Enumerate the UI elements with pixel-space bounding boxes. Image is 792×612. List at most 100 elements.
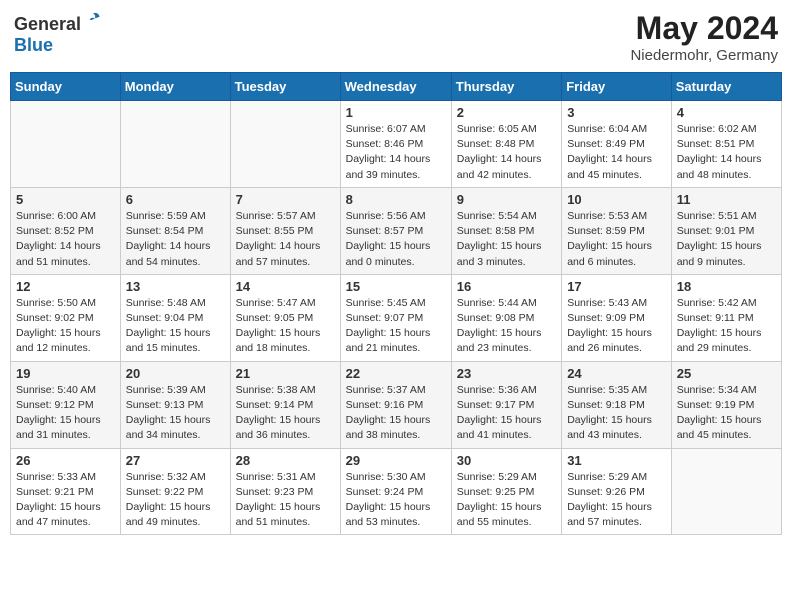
calendar-cell: 7Sunrise: 5:57 AMSunset: 8:55 PMDaylight… bbox=[230, 187, 340, 274]
day-number: 22 bbox=[346, 366, 446, 381]
day-number: 2 bbox=[457, 105, 556, 120]
calendar-cell: 13Sunrise: 5:48 AMSunset: 9:04 PMDayligh… bbox=[120, 274, 230, 361]
calendar-cell: 23 Sunrise: 5:36 AMSunset: 9:17 PMDayligh… bbox=[451, 361, 561, 448]
day-content: Sunrise: 5:32 AMSunset: 9:22 PMDaylight:… bbox=[126, 470, 225, 531]
day-content: Sunrise: 5:47 AMSunset: 9:05 PMDaylight:… bbox=[236, 296, 335, 357]
day-number: 28 bbox=[236, 453, 335, 468]
day-number: 7 bbox=[236, 192, 335, 207]
day-number: 19 bbox=[16, 366, 115, 381]
calendar-cell: 2 Sunrise: 6:05 AMSunset: 8:48 PMDaylight… bbox=[451, 101, 561, 188]
day-number: 3 bbox=[567, 105, 666, 120]
day-number: 23 bbox=[457, 366, 556, 381]
day-of-week-header: Monday bbox=[120, 73, 230, 101]
calendar-week-row: 26Sunrise: 5:33 AMSunset: 9:21 PMDayligh… bbox=[11, 448, 782, 535]
day-content: Sunrise: 5:37 AMSunset: 9:16 PMDaylight:… bbox=[346, 383, 446, 444]
logo: General Blue bbox=[14, 10, 103, 56]
day-content: Sunrise: 6:04 AMSunset: 8:49 PMDaylight:… bbox=[567, 122, 666, 183]
day-content: Sunrise: 5:56 AMSunset: 8:57 PMDaylight:… bbox=[346, 209, 446, 270]
calendar-week-row: 5 Sunrise: 6:00 AMSunset: 8:52 PMDaylight… bbox=[11, 187, 782, 274]
day-number: 1 bbox=[346, 105, 446, 120]
day-number: 16 bbox=[457, 279, 556, 294]
calendar-cell: 22 Sunrise: 5:37 AMSunset: 9:16 PMDayligh… bbox=[340, 361, 451, 448]
day-content: Sunrise: 5:29 AMSunset: 9:26 PMDaylight:… bbox=[567, 470, 666, 531]
calendar-cell: 19 Sunrise: 5:40 AMSunset: 9:12 PMDayligh… bbox=[11, 361, 121, 448]
calendar-cell: 18 Sunrise: 5:42 AMSunset: 9:11 PMDayligh… bbox=[671, 274, 781, 361]
calendar-cell: 12Sunrise: 5:50 AMSunset: 9:02 PMDayligh… bbox=[11, 274, 121, 361]
month-title: May 2024 bbox=[630, 10, 778, 47]
calendar-cell: 9Sunrise: 5:54 AMSunset: 8:58 PMDaylight… bbox=[451, 187, 561, 274]
calendar-cell: 4Sunrise: 6:02 AMSunset: 8:51 PMDaylight… bbox=[671, 101, 781, 188]
day-content: Sunrise: 5:29 AMSunset: 9:25 PMDaylight:… bbox=[457, 470, 556, 531]
day-number: 30 bbox=[457, 453, 556, 468]
calendar-cell bbox=[11, 101, 121, 188]
day-content: Sunrise: 5:34 AMSunset: 9:19 PMDaylight:… bbox=[677, 383, 776, 444]
calendar-cell: 6 Sunrise: 5:59 AMSunset: 8:54 PMDaylight… bbox=[120, 187, 230, 274]
calendar-cell bbox=[230, 101, 340, 188]
day-number: 11 bbox=[677, 192, 776, 207]
day-number: 31 bbox=[567, 453, 666, 468]
calendar-cell: 15Sunrise: 5:45 AMSunset: 9:07 PMDayligh… bbox=[340, 274, 451, 361]
day-content: Sunrise: 5:44 AMSunset: 9:08 PMDaylight:… bbox=[457, 296, 556, 357]
calendar-cell: 27 Sunrise: 5:32 AMSunset: 9:22 PMDayligh… bbox=[120, 448, 230, 535]
logo-bird-icon bbox=[83, 10, 103, 30]
day-number: 29 bbox=[346, 453, 446, 468]
day-content: Sunrise: 5:39 AMSunset: 9:13 PMDaylight:… bbox=[126, 383, 225, 444]
day-content: Sunrise: 5:40 AMSunset: 9:12 PMDaylight:… bbox=[16, 383, 115, 444]
day-content: Sunrise: 5:30 AMSunset: 9:24 PMDaylight:… bbox=[346, 470, 446, 531]
day-number: 24 bbox=[567, 366, 666, 381]
day-number: 5 bbox=[16, 192, 115, 207]
day-content: Sunrise: 5:51 AMSunset: 9:01 PMDaylight:… bbox=[677, 209, 776, 270]
day-of-week-header: Thursday bbox=[451, 73, 561, 101]
day-number: 27 bbox=[126, 453, 225, 468]
calendar-week-row: 1 Sunrise: 6:07 AMSunset: 8:46 PMDaylight… bbox=[11, 101, 782, 188]
calendar-week-row: 19 Sunrise: 5:40 AMSunset: 9:12 PMDayligh… bbox=[11, 361, 782, 448]
calendar-cell: 17Sunrise: 5:43 AMSunset: 9:09 PMDayligh… bbox=[562, 274, 672, 361]
day-content: Sunrise: 6:02 AMSunset: 8:51 PMDaylight:… bbox=[677, 122, 776, 183]
day-number: 14 bbox=[236, 279, 335, 294]
calendar-cell: 28 Sunrise: 5:31 AMSunset: 9:23 PMDayligh… bbox=[230, 448, 340, 535]
day-number: 13 bbox=[126, 279, 225, 294]
day-number: 10 bbox=[567, 192, 666, 207]
calendar-cell: 31 Sunrise: 5:29 AMSunset: 9:26 PMDayligh… bbox=[562, 448, 672, 535]
calendar-cell: 14 Sunrise: 5:47 AMSunset: 9:05 PMDayligh… bbox=[230, 274, 340, 361]
calendar-cell: 8Sunrise: 5:56 AMSunset: 8:57 PMDaylight… bbox=[340, 187, 451, 274]
day-of-week-header: Sunday bbox=[11, 73, 121, 101]
calendar-cell: 30 Sunrise: 5:29 AMSunset: 9:25 PMDayligh… bbox=[451, 448, 561, 535]
day-number: 25 bbox=[677, 366, 776, 381]
title-block: May 2024 Niedermohr, Germany bbox=[630, 10, 778, 64]
calendar-cell: 25 Sunrise: 5:34 AMSunset: 9:19 PMDayligh… bbox=[671, 361, 781, 448]
calendar-cell bbox=[120, 101, 230, 188]
day-number: 20 bbox=[126, 366, 225, 381]
calendar-cell: 11 Sunrise: 5:51 AMSunset: 9:01 PMDayligh… bbox=[671, 187, 781, 274]
day-content: Sunrise: 5:42 AMSunset: 9:11 PMDaylight:… bbox=[677, 296, 776, 357]
calendar-cell: 10 Sunrise: 5:53 AMSunset: 8:59 PMDayligh… bbox=[562, 187, 672, 274]
day-content: Sunrise: 6:07 AMSunset: 8:46 PMDaylight:… bbox=[346, 122, 446, 183]
logo-general-text: General bbox=[14, 14, 81, 35]
calendar-cell: 5 Sunrise: 6:00 AMSunset: 8:52 PMDaylight… bbox=[11, 187, 121, 274]
day-content: Sunrise: 6:00 AMSunset: 8:52 PMDaylight:… bbox=[16, 209, 115, 270]
day-number: 18 bbox=[677, 279, 776, 294]
calendar-table: SundayMondayTuesdayWednesdayThursdayFrid… bbox=[10, 72, 782, 535]
day-content: Sunrise: 5:31 AMSunset: 9:23 PMDaylight:… bbox=[236, 470, 335, 531]
day-content: Sunrise: 5:45 AMSunset: 9:07 PMDaylight:… bbox=[346, 296, 446, 357]
day-content: Sunrise: 5:36 AMSunset: 9:17 PMDaylight:… bbox=[457, 383, 556, 444]
day-content: Sunrise: 5:53 AMSunset: 8:59 PMDaylight:… bbox=[567, 209, 666, 270]
day-of-week-header: Friday bbox=[562, 73, 672, 101]
calendar-header-row: SundayMondayTuesdayWednesdayThursdayFrid… bbox=[11, 73, 782, 101]
day-number: 17 bbox=[567, 279, 666, 294]
calendar-cell: 3 Sunrise: 6:04 AMSunset: 8:49 PMDaylight… bbox=[562, 101, 672, 188]
calendar-cell: 20 Sunrise: 5:39 AMSunset: 9:13 PMDayligh… bbox=[120, 361, 230, 448]
day-of-week-header: Tuesday bbox=[230, 73, 340, 101]
calendar-cell: 21Sunrise: 5:38 AMSunset: 9:14 PMDayligh… bbox=[230, 361, 340, 448]
day-content: Sunrise: 5:50 AMSunset: 9:02 PMDaylight:… bbox=[16, 296, 115, 357]
day-content: Sunrise: 5:38 AMSunset: 9:14 PMDaylight:… bbox=[236, 383, 335, 444]
location-title: Niedermohr, Germany bbox=[630, 47, 778, 64]
calendar-cell: 24Sunrise: 5:35 AMSunset: 9:18 PMDayligh… bbox=[562, 361, 672, 448]
calendar-cell bbox=[671, 448, 781, 535]
calendar-cell: 29 Sunrise: 5:30 AMSunset: 9:24 PMDayligh… bbox=[340, 448, 451, 535]
day-content: Sunrise: 5:59 AMSunset: 8:54 PMDaylight:… bbox=[126, 209, 225, 270]
day-content: Sunrise: 6:05 AMSunset: 8:48 PMDaylight:… bbox=[457, 122, 556, 183]
day-of-week-header: Saturday bbox=[671, 73, 781, 101]
day-of-week-header: Wednesday bbox=[340, 73, 451, 101]
day-number: 6 bbox=[126, 192, 225, 207]
